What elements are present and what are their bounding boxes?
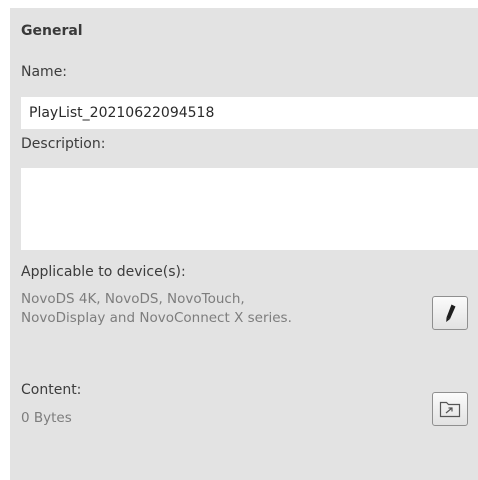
description-label: Description:: [21, 136, 106, 152]
content-size: 0 Bytes: [21, 410, 72, 426]
content-label: Content:: [21, 382, 82, 398]
edit-devices-button[interactable]: [432, 296, 468, 330]
applicable-devices-line-1: NovoDS 4K, NovoDS, NovoTouch,: [21, 291, 245, 307]
name-label: Name:: [21, 64, 68, 80]
content-folder-button[interactable]: [432, 392, 468, 426]
applicable-devices-label: Applicable to device(s):: [21, 264, 186, 280]
general-panel: General Name: Description: Applicable to…: [10, 8, 478, 480]
section-heading-general: General: [21, 23, 83, 39]
applicable-devices-line-2: NovoDisplay and NovoConnect X series.: [21, 310, 292, 326]
description-textarea[interactable]: [21, 168, 478, 250]
folder-icon: [438, 399, 462, 419]
name-input[interactable]: [21, 97, 478, 129]
pencil-icon: [442, 303, 458, 323]
